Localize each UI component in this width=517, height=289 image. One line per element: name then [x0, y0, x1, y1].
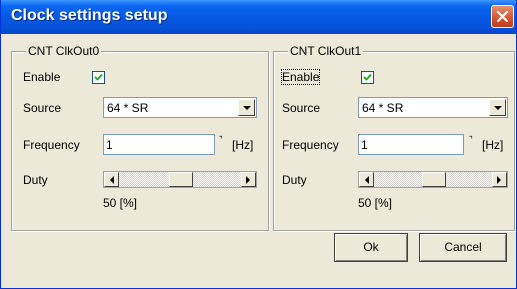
duty-value: 50 [%] — [358, 196, 393, 210]
enable-label: Enable — [280, 69, 321, 85]
source-value: 64 * SR — [107, 101, 149, 115]
arrow-left-icon — [365, 176, 369, 184]
arrow-left-icon — [110, 176, 114, 184]
arrow-right-icon — [246, 176, 250, 184]
frequency-input[interactable] — [358, 134, 464, 155]
dialog-window: Clock settings setup CNT ClkOut0 Enable … — [0, 0, 517, 289]
cancel-button[interactable]: Cancel — [419, 233, 507, 262]
group-legend: CNT ClkOut1 — [288, 44, 364, 58]
group-clkout0: CNT ClkOut0 Enable Source 64 * SR Freque… — [11, 44, 269, 231]
spin-arrows-icon[interactable]: ⌝ — [219, 136, 223, 144]
dropdown-button[interactable] — [238, 99, 255, 116]
checkmark-icon — [363, 73, 372, 81]
title-bar[interactable]: Clock settings setup — [1, 0, 516, 34]
close-icon — [496, 10, 509, 23]
frequency-label: Frequency — [23, 138, 80, 152]
source-select[interactable]: 64 * SR — [103, 97, 257, 118]
frequency-unit: [Hz] — [232, 138, 254, 152]
slider-thumb[interactable] — [422, 172, 446, 187]
chevron-down-icon — [243, 106, 251, 110]
source-label: Source — [23, 101, 62, 115]
source-select[interactable]: 64 * SR — [358, 97, 508, 118]
close-button[interactable] — [491, 5, 514, 28]
slider-thumb[interactable] — [169, 172, 193, 187]
frequency-unit: [Hz] — [482, 138, 504, 152]
dialog-title: Clock settings setup — [11, 7, 168, 24]
enable-checkbox[interactable] — [361, 71, 374, 84]
frequency-label: Frequency — [282, 138, 339, 152]
spin-arrows-icon[interactable]: ⌝ — [469, 136, 473, 144]
duty-slider[interactable] — [103, 171, 257, 188]
scroll-right-button[interactable] — [241, 172, 256, 187]
source-label: Source — [282, 101, 321, 115]
duty-label: Duty — [23, 173, 48, 187]
group-clkout1: CNT ClkOut1 Enable Source 64 * SR Freque… — [273, 44, 515, 231]
group-legend: CNT ClkOut0 — [26, 44, 102, 58]
source-value: 64 * SR — [362, 101, 404, 115]
duty-value: 50 [%] — [103, 196, 138, 210]
scroll-left-button[interactable] — [359, 172, 374, 187]
frequency-input[interactable] — [103, 134, 215, 155]
ok-button[interactable]: Ok — [334, 233, 408, 262]
duty-slider[interactable] — [358, 171, 508, 188]
scroll-left-button[interactable] — [104, 172, 119, 187]
enable-checkbox[interactable] — [92, 71, 105, 84]
enable-label: Enable — [23, 70, 61, 84]
dropdown-button[interactable] — [489, 99, 506, 116]
duty-label: Duty — [282, 173, 307, 187]
arrow-right-icon — [497, 176, 501, 184]
chevron-down-icon — [494, 106, 502, 110]
checkmark-icon — [94, 73, 103, 81]
scroll-right-button[interactable] — [492, 172, 507, 187]
